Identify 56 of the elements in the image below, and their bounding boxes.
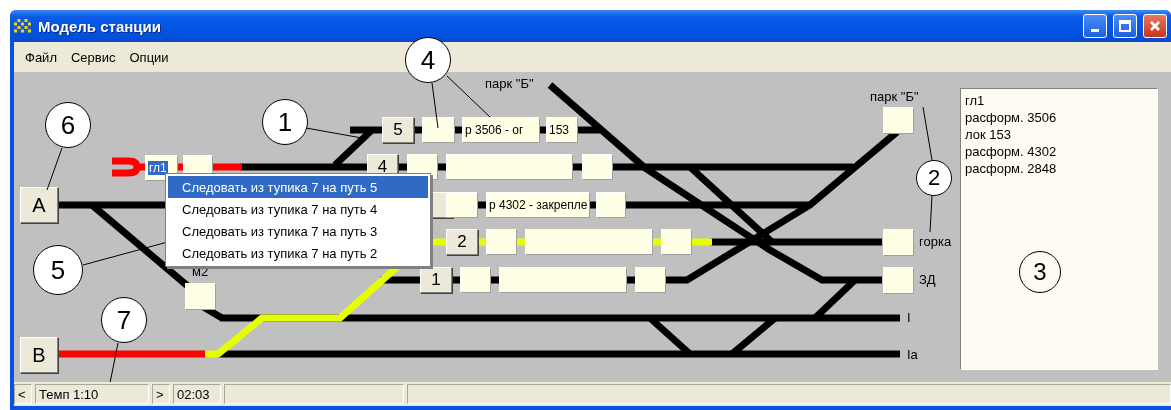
- train-cell: р 3506 - ог: [462, 117, 540, 143]
- maximize-button[interactable]: [1113, 14, 1137, 38]
- park-label: парк "Б": [870, 89, 919, 104]
- context-menu-item[interactable]: Следовать из тупика 7 на путь 5: [168, 176, 428, 198]
- leader-line: [929, 195, 933, 233]
- leader-line: [431, 82, 439, 129]
- faster-button[interactable]: >: [152, 384, 170, 404]
- window-title: Модель станции: [38, 17, 162, 35]
- entry-button[interactable]: А: [20, 187, 58, 223]
- callout-marker: 2: [916, 160, 952, 196]
- menu-item[interactable]: Опции: [122, 49, 176, 65]
- loco-cell: 153: [546, 117, 578, 143]
- close-button[interactable]: [1143, 14, 1167, 38]
- track-cell: [883, 107, 914, 134]
- maximize-icon: [1119, 20, 1131, 32]
- track-cell: [883, 267, 914, 294]
- menu-item[interactable]: Файл: [18, 49, 64, 65]
- loco-cell: [661, 229, 692, 255]
- loco-cell: [635, 267, 666, 293]
- line-label: I: [907, 310, 911, 325]
- leader-line: [46, 147, 63, 191]
- track-cell: [422, 117, 455, 143]
- log-line: расформ. 4302: [965, 143, 1058, 160]
- menu-item[interactable]: Сервис: [63, 49, 123, 65]
- loco-cell: [582, 154, 613, 180]
- track-button[interactable]: 1: [420, 267, 452, 293]
- log-line: расформ. 3506: [965, 109, 1058, 126]
- speed-status: Темп 1:10: [35, 384, 149, 404]
- callout-marker: 6: [45, 102, 91, 148]
- callout-marker: 1: [262, 99, 308, 145]
- log-line: расформ. 2848: [965, 160, 1058, 177]
- leader-line: [922, 106, 933, 161]
- leader-line: [305, 127, 363, 139]
- track-button[interactable]: 5: [382, 117, 414, 143]
- time-status: 02:03: [173, 384, 221, 404]
- line-label: Ia: [907, 347, 918, 362]
- entry-button[interactable]: В: [20, 337, 58, 373]
- close-icon: [1149, 20, 1161, 32]
- log-line: гл1: [965, 92, 986, 109]
- track-button[interactable]: 2: [446, 229, 478, 255]
- track-cell: [486, 229, 517, 255]
- slower-button[interactable]: <: [14, 384, 32, 404]
- track-cell: [460, 267, 491, 293]
- exit-label: ЗД: [919, 272, 936, 287]
- track-cell: [185, 283, 216, 310]
- train-cell: р 4302 - закрепле: [486, 192, 590, 218]
- callout-marker: 5: [33, 245, 83, 295]
- track-cell: [883, 229, 914, 256]
- loco-cell: [596, 192, 626, 218]
- callout-marker: 7: [101, 297, 147, 343]
- log-line: лок 153: [965, 126, 1012, 143]
- minimize-icon: [1091, 28, 1099, 32]
- app-icon: [14, 19, 32, 33]
- exit-label: горка: [919, 234, 952, 249]
- minimize-button[interactable]: [1083, 14, 1107, 38]
- park-label: парк "Б": [485, 76, 534, 91]
